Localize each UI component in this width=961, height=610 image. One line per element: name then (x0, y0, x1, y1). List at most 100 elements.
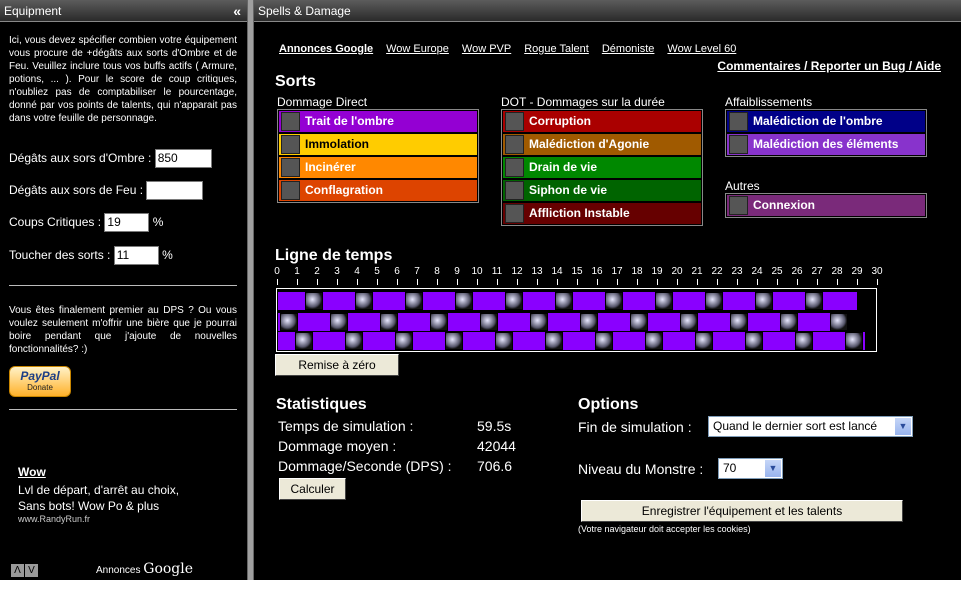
annonces-label: Annonces (96, 565, 141, 576)
ad-next-icon[interactable]: V (25, 564, 38, 577)
monster-level-value: 70 (723, 461, 737, 475)
chevron-down-icon[interactable]: ▼ (765, 460, 781, 477)
timeline-spell-icon[interactable] (330, 313, 348, 331)
paypal-donate-button[interactable]: PayPal Donate (9, 366, 71, 397)
ads-by-google[interactable]: Annonces Google (96, 561, 193, 577)
ad-title-link[interactable]: Wow (18, 465, 46, 479)
spell-trait-de-lombre[interactable]: Trait de l'ombre (279, 111, 477, 132)
timeline-spell-icon[interactable] (530, 313, 548, 331)
timeline-spell-icon[interactable] (545, 332, 563, 350)
ad-line-2: Sans bots! Wow Po & plus (18, 499, 160, 513)
timeline-spell-icon[interactable] (795, 332, 813, 350)
calculate-button[interactable]: Calculer (279, 478, 346, 500)
ruler-tick-label: 7 (414, 266, 420, 277)
link-wow-level-60[interactable]: Wow Level 60 (667, 43, 736, 55)
spell-corruption[interactable]: Corruption (503, 111, 701, 132)
timeline-spell-icon[interactable] (695, 332, 713, 350)
ruler-tick-label: 29 (851, 266, 863, 277)
chevron-down-icon[interactable]: ▼ (895, 418, 911, 435)
curse-of-agony-icon (505, 135, 524, 154)
link-wow-europe[interactable]: Wow Europe (386, 43, 449, 55)
ruler-tick-label: 3 (334, 266, 340, 277)
equipment-panel: Equipment « Ici, vous devez spécifier co… (0, 0, 248, 580)
fire-damage-input[interactable] (146, 181, 204, 201)
ad-url[interactable]: www.RandyRun.fr (18, 514, 90, 524)
timeline-spell-icon[interactable] (380, 313, 398, 331)
spell-affliction-instable[interactable]: Affliction Instable (503, 203, 701, 224)
link-demoniste[interactable]: Démoniste (602, 43, 655, 55)
timeline-spell-icon[interactable] (495, 332, 513, 350)
link-annonces-google[interactable]: Annonces Google (279, 43, 373, 55)
ruler-tick (457, 279, 458, 285)
timeline-spell-icon[interactable] (645, 332, 663, 350)
timeline-spell-icon[interactable] (445, 332, 463, 350)
spell-conflagration[interactable]: Conflagration (279, 180, 477, 201)
timeline-spell-icon[interactable] (345, 332, 363, 350)
hit-row: Toucher des sorts : 11 % (9, 245, 173, 266)
timeline-spell-icon[interactable] (355, 292, 373, 310)
crit-input[interactable]: 19 (104, 213, 150, 233)
reset-button[interactable]: Remise à zéro (275, 354, 399, 376)
save-equipment-button[interactable]: Enregistrer l'équipement et les talents (581, 500, 903, 522)
monster-level-select[interactable]: 70 ▼ (718, 458, 783, 479)
spell-incinerer[interactable]: Incinérer (279, 157, 477, 178)
timeline[interactable] (276, 288, 877, 352)
timeline-ruler: 0 1 2 3 4 5 6 7 8 9 10 11 12 13 14 15 16 17 18 19 20 21 22 23 24… (274, 266, 883, 286)
crit-row: Coups Critiques : 19 % (9, 212, 163, 233)
timeline-spell-icon[interactable] (280, 313, 298, 331)
hit-input[interactable]: 11 (113, 246, 159, 266)
timeline-spell-icon[interactable] (745, 332, 763, 350)
timeline-spell-icon[interactable] (830, 313, 848, 331)
timeline-row (278, 332, 865, 350)
timeline-spell-icon[interactable] (595, 332, 613, 350)
link-wow-pvp[interactable]: Wow PVP (462, 43, 511, 55)
timeline-spell-icon[interactable] (395, 332, 413, 350)
timeline-spell-icon[interactable] (295, 332, 313, 350)
spell-malediction-agonie[interactable]: Malédiction d'Agonie (503, 134, 701, 155)
sim-end-select[interactable]: Quand le dernier sort est lancé ▼ (708, 416, 913, 437)
timeline-spell-icon[interactable] (305, 292, 323, 310)
shadow-bolt-icon (281, 112, 300, 131)
timeline-spell-icon[interactable] (780, 313, 798, 331)
timeline-spell-icon[interactable] (505, 292, 523, 310)
divider (9, 409, 237, 410)
spell-connexion[interactable]: Connexion (727, 195, 925, 216)
spell-malediction-ombre[interactable]: Malédiction de l'ombre (727, 111, 925, 132)
timeline-spell-icon[interactable] (845, 332, 863, 350)
ruler-tick (317, 279, 318, 285)
ruler-tick (757, 279, 758, 285)
comments-link[interactable]: Commentaires / Reporter un Bug / Aide (717, 59, 941, 73)
sim-end-value: Quand le dernier sort est lancé (713, 419, 878, 433)
ruler-tick (357, 279, 358, 285)
timeline-spell-icon[interactable] (630, 313, 648, 331)
link-rogue-talent[interactable]: Rogue Talent (524, 43, 589, 55)
timeline-spell-icon[interactable] (730, 313, 748, 331)
spell-malediction-elements[interactable]: Malédiction des éléments (727, 134, 925, 155)
ad-prev-icon[interactable]: Λ (11, 564, 24, 577)
options-heading: Options (578, 396, 639, 413)
timeline-spell-icon[interactable] (655, 292, 673, 310)
spell-immolation[interactable]: Immolation (279, 134, 477, 155)
shadow-damage-input[interactable]: 850 (154, 149, 212, 169)
timeline-spell-icon[interactable] (405, 292, 423, 310)
stats-heading: Statistiques (276, 396, 367, 413)
timeline-spell-icon[interactable] (680, 313, 698, 331)
timeline-spell-icon[interactable] (755, 292, 773, 310)
dps-message: Vous êtes finalement premier au DPS ? Ou… (9, 305, 237, 355)
timeline-spell-icon[interactable] (430, 313, 448, 331)
unstable-affliction-icon (505, 204, 524, 223)
timeline-spell-icon[interactable] (580, 313, 598, 331)
timeline-spell-icon[interactable] (605, 292, 623, 310)
spell-drain-de-vie[interactable]: Drain de vie (503, 157, 701, 178)
timeline-spell-icon[interactable] (705, 292, 723, 310)
timeline-spell-icon[interactable] (480, 313, 498, 331)
timeline-spell-icon[interactable] (555, 292, 573, 310)
ruler-tick-label: 11 (491, 266, 503, 277)
collapse-icon[interactable]: « (233, 0, 241, 22)
spell-siphon-de-vie[interactable]: Siphon de vie (503, 180, 701, 201)
ruler-tick (617, 279, 618, 285)
curses-group: Malédiction de l'ombre Malédiction des é… (725, 109, 927, 157)
timeline-spell-icon[interactable] (455, 292, 473, 310)
sorts-heading: Sorts (275, 73, 316, 90)
timeline-spell-icon[interactable] (805, 292, 823, 310)
